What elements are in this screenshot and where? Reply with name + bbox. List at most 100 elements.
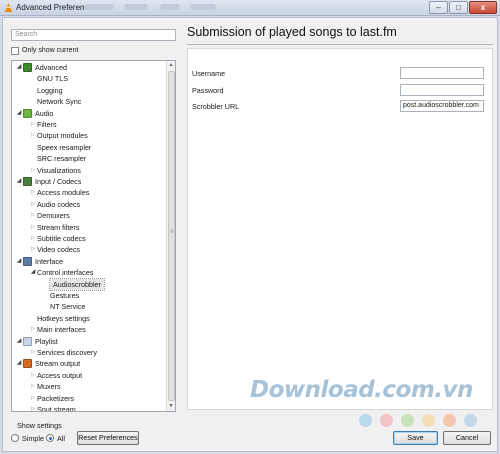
- collapsed-arrow-icon[interactable]: ▷: [29, 165, 37, 176]
- save-button[interactable]: Save: [393, 431, 438, 445]
- tree-item[interactable]: ▷ Filters: [29, 119, 57, 130]
- tree-item-label: SRC resampler: [37, 154, 87, 164]
- watermark-dot: [380, 414, 393, 427]
- scrollbar-grip-icon: ≡: [170, 229, 174, 235]
- expanded-arrow-icon[interactable]: ◢: [15, 358, 23, 369]
- tree-item[interactable]: SRC resampler: [29, 153, 86, 164]
- tree-item-label: Network Sync: [37, 97, 82, 107]
- tree-item[interactable]: ◢ Audio: [15, 108, 53, 119]
- tree-item[interactable]: ▷ Video codecs: [29, 244, 80, 255]
- watermark-dot: [422, 414, 435, 427]
- tree-item[interactable]: ▷ Main interfaces: [29, 324, 86, 335]
- tree-item[interactable]: GNU TLS: [29, 73, 68, 84]
- tree-item[interactable]: ▷ Stream filters: [29, 222, 79, 233]
- tree-item[interactable]: Logging: [29, 85, 63, 96]
- username-field[interactable]: [400, 67, 484, 79]
- tree-item[interactable]: Gestures: [42, 290, 79, 301]
- tree-item[interactable]: ◢ Advanced: [15, 62, 67, 73]
- tree-item[interactable]: ◢ Playlist: [15, 336, 58, 347]
- expanded-arrow-icon[interactable]: ◢: [15, 176, 23, 187]
- tree-item[interactable]: Speex resampler: [29, 142, 91, 153]
- expanded-arrow-icon[interactable]: ◢: [15, 256, 23, 267]
- collapsed-arrow-icon[interactable]: ▷: [29, 187, 37, 198]
- collapsed-arrow-icon[interactable]: ▷: [29, 244, 37, 255]
- collapsed-arrow-icon[interactable]: ▷: [29, 130, 37, 141]
- tree-item[interactable]: ▷ Subtitle codecs: [29, 233, 86, 244]
- tree-item[interactable]: ▷ Sout stream: [29, 404, 76, 411]
- tree-item-label: Stream output: [35, 359, 81, 369]
- search-input[interactable]: Search: [11, 29, 176, 41]
- tree-item[interactable]: ◢ Stream output: [15, 358, 80, 369]
- page-title: Submission of played songs to last.fm: [187, 25, 397, 39]
- playlist-icon: [23, 336, 32, 346]
- only-show-current-checkbox[interactable]: [11, 46, 19, 55]
- tree-item[interactable]: Hotkeys settings: [29, 313, 90, 324]
- tree-item-label: Main interfaces: [37, 325, 86, 335]
- minimize-button[interactable]: –: [429, 1, 448, 14]
- tree-scrollbar[interactable]: ▲ ≡ ▼: [166, 61, 175, 411]
- all-option[interactable]: All: [46, 433, 65, 443]
- tree-item-label: Access modules: [37, 188, 90, 198]
- only-show-current-option[interactable]: Only show current: [11, 45, 78, 56]
- cancel-button[interactable]: Cancel: [443, 431, 491, 445]
- tree-item[interactable]: ▷ Audio codecs: [29, 199, 80, 210]
- collapsed-arrow-icon[interactable]: ▷: [29, 119, 37, 130]
- collapsed-arrow-icon[interactable]: ▷: [29, 404, 37, 411]
- category-tree[interactable]: ▲ ≡ ▼ ◢ Advanced GNU TLS Logging Network Syn…: [11, 60, 176, 412]
- tree-item-label: Services discovery: [37, 348, 97, 357]
- tree-item[interactable]: Audioscrobbler: [42, 277, 105, 291]
- simple-option[interactable]: Simple: [11, 433, 44, 443]
- close-button[interactable]: x: [469, 1, 497, 14]
- collapsed-arrow-icon[interactable]: ▷: [29, 370, 37, 381]
- collapsed-arrow-icon[interactable]: ▷: [29, 233, 37, 244]
- watermark-dot: [443, 414, 456, 427]
- tree-item-label: Video codecs: [37, 245, 81, 255]
- all-radio[interactable]: [46, 434, 54, 442]
- tree-item[interactable]: ▷ Access output: [29, 370, 82, 381]
- tree-item-label: Visualizations: [37, 165, 81, 175]
- tree-item[interactable]: NT Service: [42, 301, 85, 312]
- simple-radio[interactable]: [11, 434, 19, 442]
- collapsed-arrow-icon[interactable]: ▷: [29, 222, 37, 233]
- expanded-arrow-icon[interactable]: ◢: [15, 62, 23, 73]
- expanded-arrow-icon[interactable]: ◢: [15, 336, 23, 347]
- password-label: Password: [192, 86, 224, 95]
- collapsed-arrow-icon[interactable]: ▷: [29, 324, 37, 335]
- scrobbler-url-field[interactable]: post.audioscrobbler.com: [400, 100, 484, 112]
- watermark: Download.com.vn: [250, 377, 473, 403]
- collapsed-arrow-icon[interactable]: ▷: [29, 381, 37, 392]
- pane-splitter[interactable]: [182, 17, 184, 452]
- tree-item[interactable]: ▷ Access modules: [29, 187, 89, 198]
- tree-item[interactable]: ▷ Services discovery: [29, 347, 97, 358]
- tree-item-label: Audioscrobbler: [49, 277, 105, 291]
- collapsed-arrow-icon[interactable]: ▷: [29, 210, 37, 221]
- tree-item-label: Speex resampler: [37, 142, 92, 152]
- tree-item[interactable]: ▷ Packetizers: [29, 393, 74, 404]
- tree-item[interactable]: Network Sync: [29, 96, 81, 107]
- expanded-arrow-icon[interactable]: ◢: [29, 267, 37, 278]
- vlc-cone-icon: [4, 3, 13, 12]
- collapsed-arrow-icon[interactable]: ▷: [29, 347, 37, 358]
- tree-item[interactable]: ◢ Input / Codecs: [15, 176, 81, 187]
- scroll-down-icon[interactable]: ▼: [167, 402, 175, 411]
- collapsed-arrow-icon[interactable]: ▷: [29, 199, 37, 210]
- maximize-button[interactable]: □: [449, 1, 468, 14]
- tree-item[interactable]: ▷ Demuxers: [29, 210, 70, 221]
- tree-item-label: Hotkeys settings: [37, 313, 90, 323]
- password-field[interactable]: [400, 84, 484, 96]
- tree-item-label: Output modules: [37, 131, 88, 141]
- scrollbar-thumb[interactable]: ≡: [168, 71, 175, 401]
- tree-item[interactable]: ▷ Visualizations: [29, 165, 81, 176]
- tree-item[interactable]: ▷ Output modules: [29, 130, 88, 141]
- scroll-up-icon[interactable]: ▲: [167, 61, 175, 70]
- interface-icon: [23, 256, 32, 266]
- tree-item[interactable]: ◢ Interface: [15, 256, 63, 267]
- tree-item[interactable]: ▷ Muxers: [29, 381, 61, 392]
- reset-preferences-button[interactable]: Reset Preferences: [77, 431, 139, 445]
- tree-item[interactable]: ◢ Control interfaces: [29, 267, 94, 278]
- show-settings-label: Show settings: [17, 421, 62, 430]
- tree-item-label: Advanced: [35, 63, 67, 72]
- expanded-arrow-icon[interactable]: ◢: [15, 108, 23, 119]
- title-bar-blur: [190, 4, 216, 10]
- collapsed-arrow-icon[interactable]: ▷: [29, 393, 37, 404]
